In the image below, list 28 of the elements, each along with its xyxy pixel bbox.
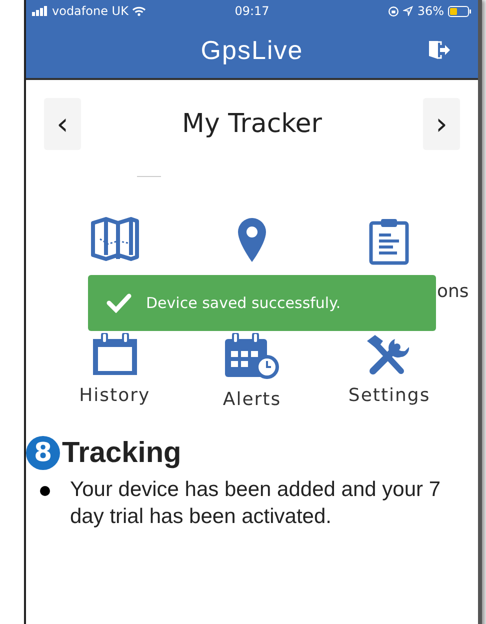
location-pin-icon[interactable]	[236, 217, 267, 263]
next-button[interactable]: ›	[422, 98, 460, 150]
calendar-icon[interactable]	[90, 333, 139, 377]
calendar-clock-icon[interactable]	[222, 333, 281, 381]
clock-time: 09:17	[234, 4, 270, 18]
battery-icon	[448, 6, 472, 16]
toast-message: Device saved successfuly.	[146, 294, 341, 312]
location-arrow-icon	[403, 6, 414, 16]
menu-label[interactable]: Alerts	[222, 389, 282, 410]
menu-label[interactable]: History	[79, 385, 150, 406]
wifi-icon	[132, 6, 146, 16]
step-number-badge: 8	[26, 436, 60, 470]
instruction-text: Your device has been added and your 7 day trial has been activated.	[70, 477, 442, 530]
app-logo: GpsLive	[200, 34, 304, 66]
menu-label[interactable]: Settings	[348, 385, 430, 406]
carrier-name: vodafone UK	[52, 4, 128, 18]
battery-percent: 36%	[417, 4, 444, 18]
clipboard-icon[interactable]	[369, 217, 410, 265]
step-heading: Tracking	[62, 436, 182, 470]
rotation-lock-icon	[388, 6, 400, 16]
map-icon[interactable]	[90, 217, 140, 261]
signal-icon	[32, 6, 48, 16]
logout-icon[interactable]	[428, 40, 450, 60]
tracker-name: My Tracker	[182, 109, 322, 139]
checkmark-icon	[106, 293, 132, 313]
previous-button[interactable]: ‹	[44, 98, 81, 150]
bullet-dot	[40, 486, 50, 496]
menu-label[interactable]: ons	[437, 280, 469, 302]
